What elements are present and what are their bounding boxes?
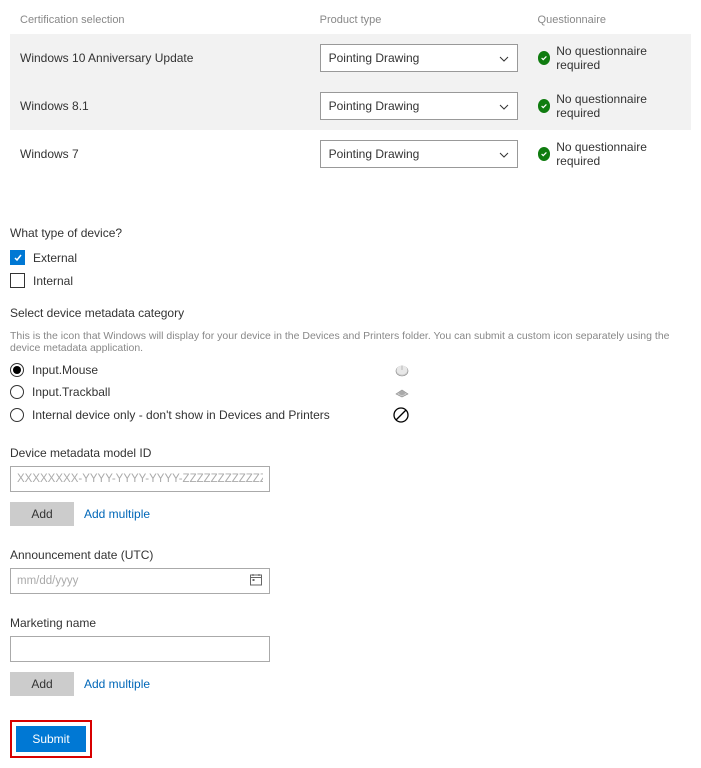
radio-trackball[interactable] [10,385,24,399]
col-questionnaire: Questionnaire [528,10,691,34]
col-product-type: Product type [310,10,528,34]
table-row: Windows 8.1 Pointing Drawing No question… [10,82,691,130]
radio-internal-only[interactable] [10,408,24,422]
model-id-add-button[interactable]: Add [10,502,74,526]
metadata-hint: This is the icon that Windows will displ… [10,330,691,354]
col-certification: Certification selection [10,10,310,34]
model-id-input[interactable] [10,466,270,492]
marketing-add-multiple-link[interactable]: Add multiple [84,677,150,691]
trackball-icon [392,384,412,400]
calendar-icon [249,573,263,590]
select-value: Pointing Drawing [329,99,420,113]
chevron-down-icon [499,51,509,65]
cert-name: Windows 8.1 [10,82,310,130]
radio-mouse-label: Input.Mouse [32,363,392,377]
internal-checkbox[interactable] [10,273,25,288]
internal-label: Internal [33,274,73,288]
metadata-category-label: Select device metadata category [10,306,691,320]
model-id-add-multiple-link[interactable]: Add multiple [84,507,150,521]
submit-button[interactable]: Submit [16,726,86,752]
date-placeholder: mm/dd/yyyy [17,575,78,587]
product-type-select[interactable]: Pointing Drawing [320,140,518,168]
mouse-icon [392,362,412,378]
table-row: Windows 10 Anniversary Update Pointing D… [10,34,691,82]
announcement-label: Announcement date (UTC) [10,548,691,562]
submit-highlight: Submit [10,720,92,758]
product-type-select[interactable]: Pointing Drawing [320,44,518,72]
status-text: No questionnaire required [556,44,681,72]
external-label: External [33,251,77,265]
cert-name: Windows 7 [10,130,310,178]
certification-table: Certification selection Product type Que… [10,10,691,178]
external-checkbox[interactable] [10,250,25,265]
check-icon [538,147,551,161]
chevron-down-icon [499,99,509,113]
product-type-select[interactable]: Pointing Drawing [320,92,518,120]
select-value: Pointing Drawing [329,147,420,161]
radio-mouse[interactable] [10,363,24,377]
table-row: Windows 7 Pointing Drawing No questionna… [10,130,691,178]
marketing-name-input[interactable] [10,636,270,662]
model-id-label: Device metadata model ID [10,446,691,460]
check-icon [538,99,551,113]
status-text: No questionnaire required [556,92,681,120]
cert-name: Windows 10 Anniversary Update [10,34,310,82]
announcement-date-input[interactable]: mm/dd/yyyy [10,568,270,594]
radio-trackball-label: Input.Trackball [32,385,392,399]
chevron-down-icon [499,147,509,161]
select-value: Pointing Drawing [329,51,420,65]
device-type-question: What type of device? [10,226,691,240]
check-icon [538,51,551,65]
radio-internal-only-label: Internal device only - don't show in Dev… [32,408,392,422]
status-text: No questionnaire required [556,140,681,168]
marketing-add-button[interactable]: Add [10,672,74,696]
marketing-name-label: Marketing name [10,616,691,630]
prohibited-icon [392,406,410,424]
